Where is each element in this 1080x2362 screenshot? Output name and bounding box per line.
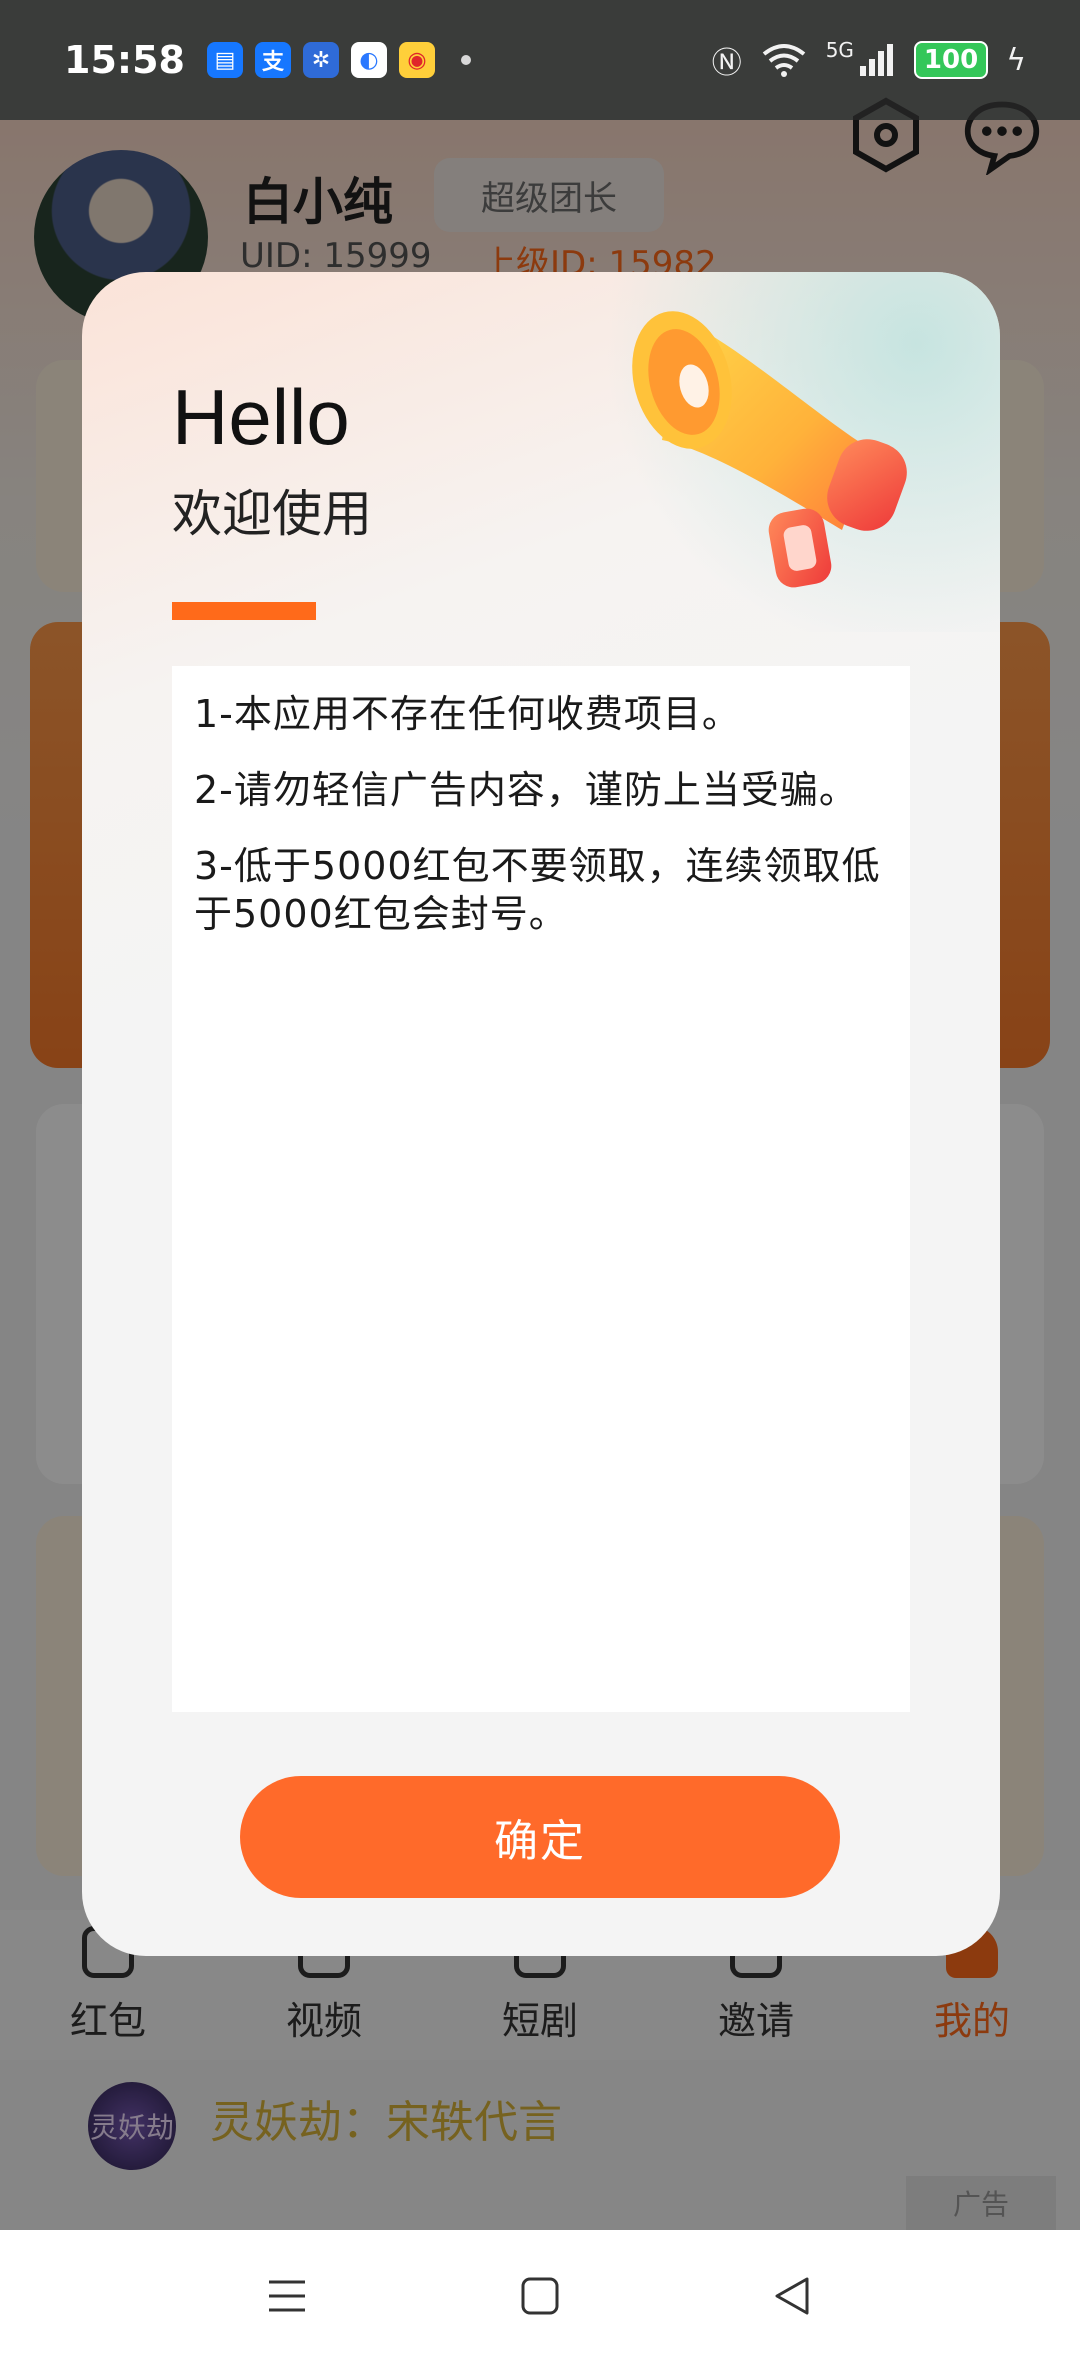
system-navigation-bar [0, 2230, 1080, 2362]
weibo-icon: ◉ [398, 42, 435, 78]
browser-icon: ◐ [350, 42, 387, 78]
menu-icon[interactable] [242, 2251, 332, 2341]
back-icon[interactable] [748, 2251, 838, 2341]
alipay-icon: 支 [254, 42, 291, 78]
dialog-hello-title: Hello [172, 373, 350, 461]
megaphone-icon [632, 311, 907, 588]
home-icon[interactable] [495, 2251, 585, 2341]
more-notifications-dot [460, 55, 471, 65]
signal-icon [859, 44, 893, 76]
network-type: 5G [825, 38, 854, 62]
pinwheel-icon: ✲ [302, 42, 339, 78]
notice-item: 1-本应用不存在任何收费项目。 [194, 692, 741, 736]
wifi-icon [762, 44, 805, 77]
notice-item: 2-请勿轻信广告内容，谨防上当受骗。 [194, 768, 858, 812]
welcome-dialog: Hello 欢迎使用 1-本应用不存在任何收费项目。 2-请勿轻信广告内容，谨防… [82, 272, 1000, 1956]
notice-content: 1-本应用不存在任何收费项目。 2-请勿轻信广告内容，谨防上当受骗。 3-低于5… [172, 666, 910, 1712]
message-icon: ▤ [206, 42, 243, 78]
battery-icon: 100 [913, 41, 989, 79]
nfc-icon: Ⓝ [711, 46, 742, 81]
dialog-welcome-subtitle: 欢迎使用 [172, 485, 372, 543]
status-time: 15:58 [64, 38, 185, 82]
notice-item: 3-低于5000红包不要领取，连续领取低于5000红包会封号。 [194, 844, 881, 936]
status-icons: Ⓝ 5G 100 ϟ [712, 38, 1026, 82]
confirm-button[interactable]: 确定 [240, 1776, 840, 1898]
accent-bar [172, 602, 316, 620]
charging-icon: ϟ [1006, 42, 1026, 78]
